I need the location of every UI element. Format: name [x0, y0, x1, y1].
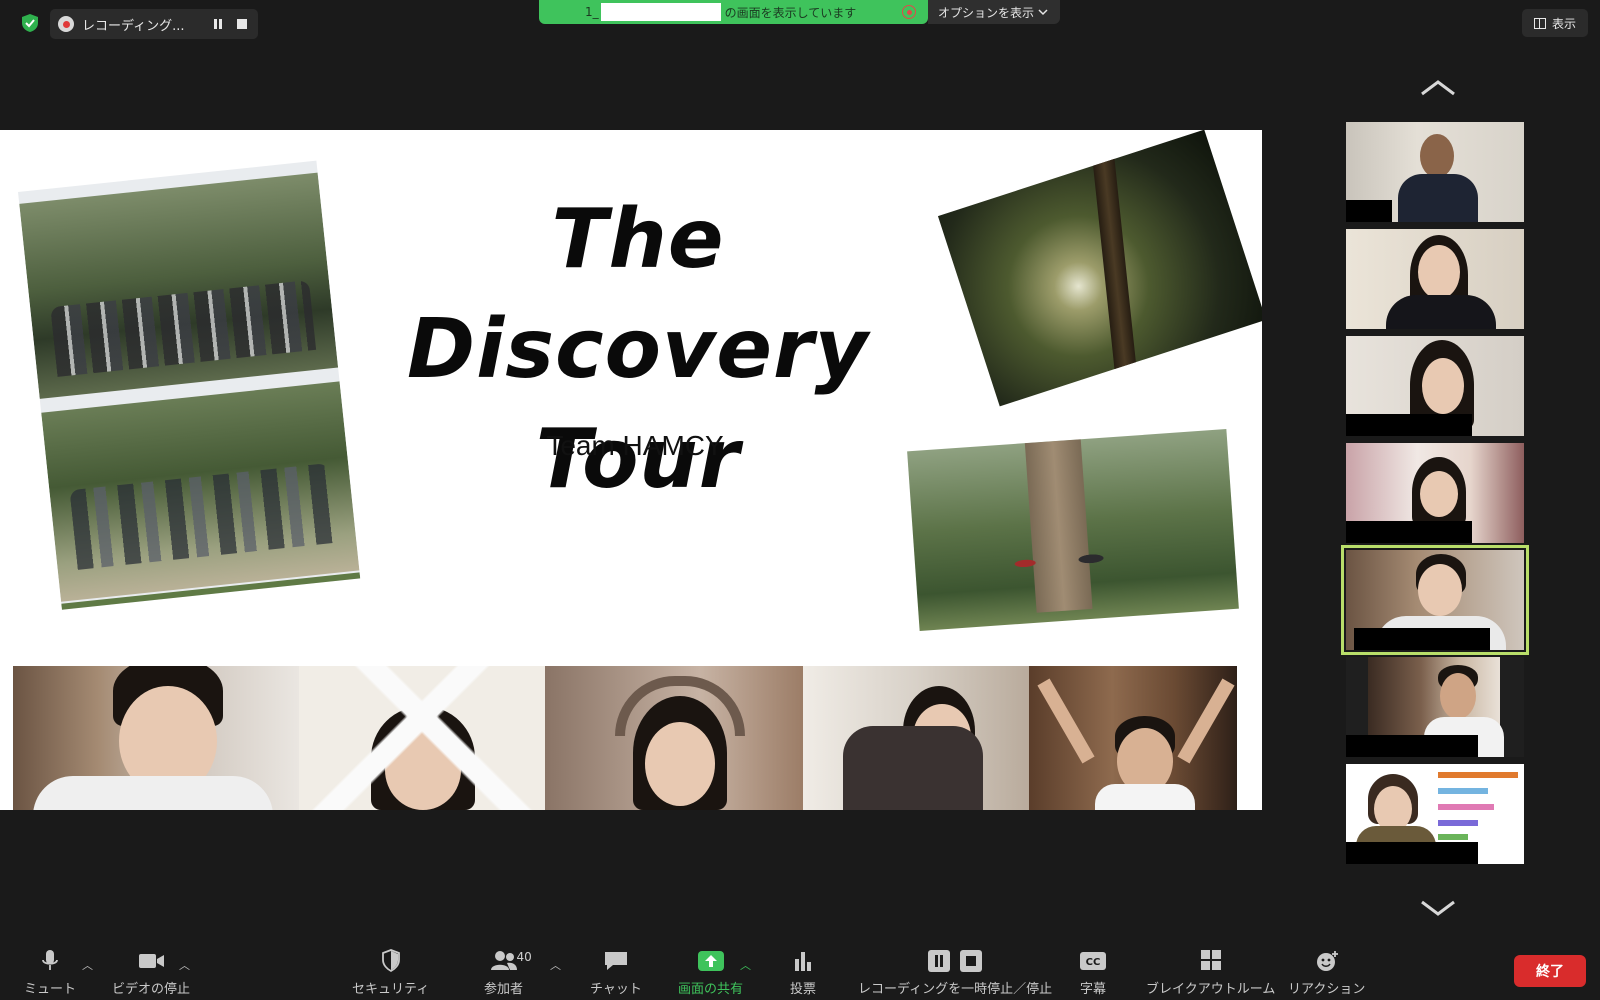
- chevron-down-icon: [1038, 9, 1048, 16]
- team-photo-5: [1029, 666, 1237, 810]
- view-label: 表示: [1551, 16, 1576, 31]
- hiking-group-photo-collage: [18, 160, 361, 610]
- reaction-smiley-icon: [1316, 951, 1338, 971]
- team-photo-3: [545, 666, 803, 810]
- team-photo-2: [299, 666, 545, 810]
- slide-title-line1: The Discovery: [407, 192, 869, 397]
- security-button[interactable]: セキュリティ: [352, 949, 429, 997]
- polls-label: 投票: [789, 982, 816, 997]
- participant-video-2[interactable]: [1346, 229, 1524, 329]
- participant-video-7[interactable]: [1346, 764, 1524, 864]
- recording-controls-button[interactable]: レコーディングを一時停止／停止: [858, 949, 1052, 997]
- share-options-caret-icon[interactable]: ︿: [740, 957, 751, 973]
- polls-bar-chart-icon: [795, 952, 811, 971]
- slide-subtitle: Team HAMCY: [546, 430, 724, 461]
- recording-indicator[interactable]: レコーディング...: [50, 9, 258, 39]
- tree-hug-photo: [907, 429, 1239, 631]
- breakout-rooms-icon: [1200, 950, 1221, 970]
- zoom-meeting-window: { "recording": { "label": "レコーディング..." }…: [0, 0, 1600, 1000]
- polls-button[interactable]: 投票: [788, 949, 818, 997]
- forest-canopy-photo: [937, 130, 1262, 407]
- chat-button[interactable]: チャット: [590, 949, 642, 997]
- team-photo-4: [803, 666, 1029, 810]
- participants-caret-icon[interactable]: ︿: [550, 957, 561, 973]
- participants-button[interactable]: 40 参加者: [484, 949, 532, 997]
- svg-text:CC: CC: [1086, 957, 1101, 968]
- view-layout-icon: [1533, 17, 1546, 29]
- share-options-button[interactable]: オプションを表示: [928, 0, 1060, 24]
- screen-share-banner: 1_ の画面を表示しています: [539, 0, 928, 24]
- captions-label: 字幕: [1079, 982, 1106, 997]
- breakout-rooms-label: ブレイクアウトルーム: [1146, 982, 1276, 997]
- recording-label: レコーディング...: [82, 18, 185, 34]
- slide-title: The Discovery Tour: [318, 185, 958, 515]
- share-banner-text: の画面を表示しています: [724, 5, 857, 20]
- participants-count: 40: [516, 950, 532, 964]
- pause-recording-icon: [928, 950, 951, 972]
- participant-video-1[interactable]: [1346, 122, 1524, 222]
- team-photos-row: [13, 666, 1237, 810]
- stop-recording-button[interactable]: [234, 16, 250, 32]
- stop-share-icon[interactable]: [902, 5, 916, 19]
- recording-controls-label: レコーディングを一時停止／停止: [858, 982, 1053, 997]
- participants-label: 参加者: [484, 982, 524, 997]
- reactions-button[interactable]: リアクション: [1288, 949, 1365, 997]
- participants-icon: [490, 951, 517, 970]
- chat-bubble-icon: [604, 952, 627, 970]
- participant-video-6[interactable]: [1346, 657, 1524, 757]
- record-dot-icon: [58, 16, 74, 32]
- security-shield-icon[interactable]: [20, 13, 40, 33]
- participant-gallery: [1341, 122, 1529, 871]
- share-options-label: オプションを表示: [938, 5, 1035, 20]
- share-screen-label: 画面の共有: [678, 982, 744, 997]
- pause-recording-button[interactable]: [210, 16, 226, 32]
- microphone-icon: [42, 950, 58, 970]
- security-label: セキュリティ: [352, 982, 430, 997]
- share-name-redaction: [600, 3, 721, 21]
- pause-icon: [214, 19, 222, 29]
- shared-slide: The Discovery Tour Team HAMCY: [0, 130, 1262, 810]
- participant-video-3[interactable]: [1346, 336, 1524, 436]
- view-button[interactable]: 表示: [1522, 9, 1588, 37]
- meeting-toolbar: ミュート ︿ ビデオの停止 ︿ セキュリティ 40 参加者 ︿ チャット 画面の…: [0, 943, 1600, 1000]
- stop-icon: [237, 19, 247, 29]
- share-screen-button[interactable]: 画面の共有: [678, 949, 743, 997]
- end-meeting-button[interactable]: 終了: [1514, 955, 1586, 987]
- share-screen-icon: [697, 951, 724, 971]
- stop-video-label: ビデオの停止: [112, 982, 191, 997]
- gallery-up-chevron-icon[interactable]: [1418, 76, 1458, 100]
- chat-label: チャット: [590, 982, 642, 997]
- mute-label: ミュート: [24, 982, 77, 997]
- closed-captions-icon: CC: [1080, 952, 1106, 970]
- security-shield-icon: [381, 949, 400, 973]
- share-banner-prefix: 1_: [585, 5, 599, 19]
- breakout-rooms-button[interactable]: ブレイクアウトルーム: [1146, 949, 1275, 997]
- reactions-label: リアクション: [1288, 982, 1366, 997]
- stop-recording-icon: [960, 950, 983, 972]
- participant-video-4[interactable]: [1346, 443, 1524, 543]
- mute-button[interactable]: ミュート: [24, 949, 76, 997]
- participant-video-5-active-speaker[interactable]: [1341, 545, 1529, 655]
- team-photo-1: [13, 666, 299, 810]
- video-camera-icon: [139, 954, 164, 968]
- captions-button[interactable]: CC 字幕: [1078, 949, 1108, 997]
- gallery-down-chevron-icon[interactable]: [1418, 896, 1458, 920]
- video-options-caret-icon[interactable]: ︿: [179, 957, 190, 973]
- audio-options-caret-icon[interactable]: ︿: [82, 957, 93, 973]
